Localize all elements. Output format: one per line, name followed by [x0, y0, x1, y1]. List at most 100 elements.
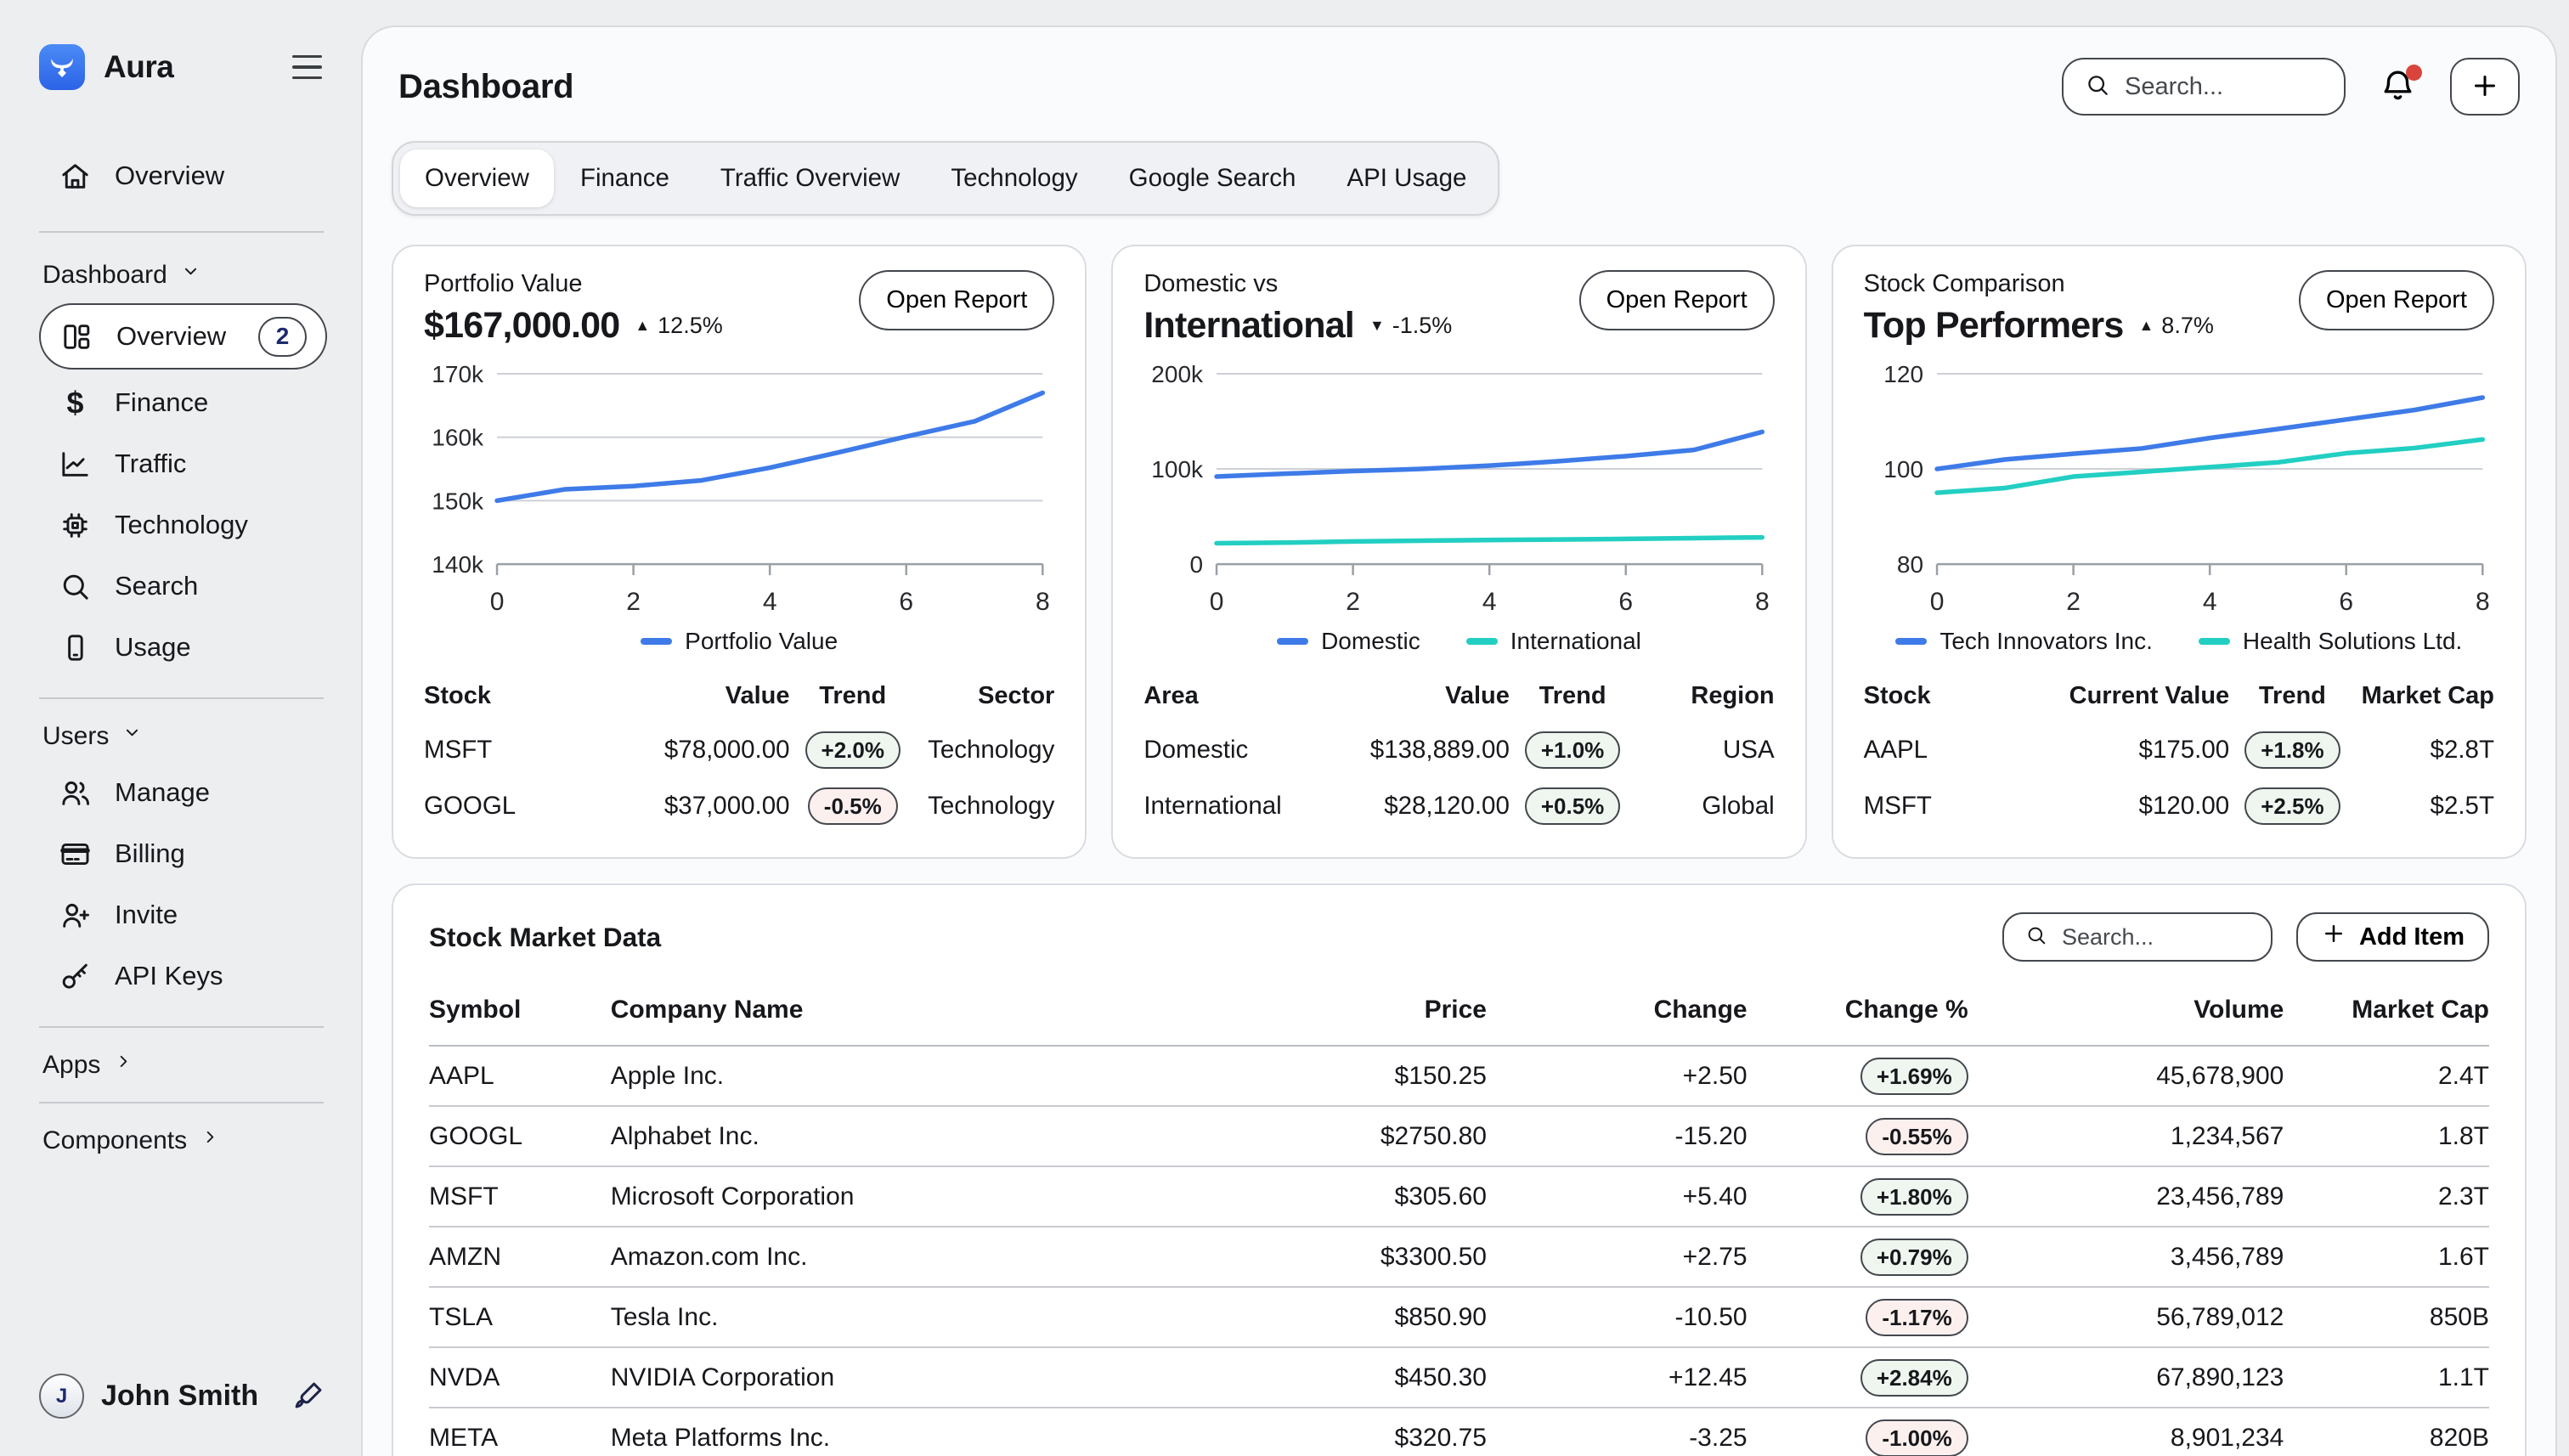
- sidebar-item-search[interactable]: Search: [39, 558, 327, 614]
- table-header-row: StockValueTrendSector: [424, 674, 1054, 722]
- tab-finance[interactable]: Finance: [556, 150, 694, 207]
- table-row[interactable]: AAPLApple Inc.$150.25+2.50+1.69%45,678,9…: [429, 1046, 2489, 1106]
- chip-icon: [58, 508, 93, 543]
- sidebar-item-overview-home[interactable]: Overview: [39, 148, 327, 204]
- table-row[interactable]: GOOGLAlphabet Inc.$2750.80-15.20-0.55%1,…: [429, 1106, 2489, 1166]
- open-report-button[interactable]: Open Report: [859, 270, 1054, 330]
- table-header-row: SymbolCompany NamePriceChangeChange %Vol…: [429, 979, 2489, 1046]
- paintbrush-icon: [291, 1377, 327, 1415]
- table-row[interactable]: AMZNAmazon.com Inc.$3300.50+2.75+0.79%3,…: [429, 1227, 2489, 1287]
- svg-text:2: 2: [1347, 588, 1361, 616]
- table-row[interactable]: METAMeta Platforms Inc.$320.75-3.25-1.00…: [429, 1408, 2489, 1456]
- table-row[interactable]: MSFTMicrosoft Corporation$305.60+5.40+1.…: [429, 1166, 2489, 1227]
- sidebar-item-manage[interactable]: Manage: [39, 765, 327, 821]
- sidebar-item-invite[interactable]: Invite: [39, 887, 327, 943]
- add-item-label: Add Item: [2359, 923, 2465, 951]
- cell-price: $2750.80: [1132, 1106, 1487, 1166]
- cell-market-cap: $2.5T: [2356, 778, 2494, 834]
- svg-text:6: 6: [2339, 588, 2353, 616]
- tab-technology[interactable]: Technology: [926, 150, 1102, 207]
- table-row[interactable]: GOOGL$37,000.00-0.5%Technology: [424, 778, 1054, 834]
- cell-change: -0.55%: [1747, 1106, 1968, 1166]
- tab-google-search[interactable]: Google Search: [1104, 150, 1321, 207]
- sidebar-item-api-keys[interactable]: API Keys: [39, 948, 327, 1004]
- cell-market-cap: 820B: [2284, 1408, 2489, 1456]
- cell-change: +1.80%: [1747, 1166, 1968, 1227]
- overview-badge: 2: [258, 317, 307, 357]
- sidebar-item-label: Technology: [115, 510, 248, 540]
- sidebar-link-components[interactable]: Components: [42, 1126, 327, 1155]
- chevron-right-icon: [199, 1126, 222, 1155]
- cell-company-name: Microsoft Corporation: [611, 1166, 1132, 1227]
- sidebar-group-users[interactable]: Users: [42, 721, 327, 751]
- cell-stock: GOOGL: [424, 778, 588, 834]
- sidebar-group-dashboard[interactable]: Dashboard: [42, 260, 327, 290]
- card-header: Stock ComparisonTop Performers▲8.7%Open …: [1864, 270, 2494, 347]
- chevron-down-icon: [179, 260, 202, 290]
- legend-label: Portfolio Value: [685, 628, 838, 655]
- column-header-stock: Stock: [424, 674, 588, 722]
- card-trend: ▼-1.5%: [1369, 313, 1452, 339]
- home-icon: [58, 159, 93, 194]
- sidebar-link-apps[interactable]: Apps: [42, 1050, 327, 1080]
- svg-text:4: 4: [2202, 588, 2216, 616]
- sidebar-item-technology[interactable]: Technology: [39, 497, 327, 553]
- user-plus-icon: [58, 898, 93, 933]
- sidebar-item-finance[interactable]: $Finance: [39, 375, 327, 431]
- card-header-text: Portfolio Value$167,000.00▲12.5%: [424, 270, 723, 347]
- tab-overview[interactable]: Overview: [400, 150, 554, 207]
- legend-swatch: [641, 638, 672, 645]
- card-headline: $167,000.00: [424, 305, 619, 347]
- search-icon: [2024, 923, 2048, 951]
- global-search-input[interactable]: [2125, 73, 2323, 101]
- table-row[interactable]: NVDANVIDIA Corporation$450.30+12.45+2.84…: [429, 1347, 2489, 1408]
- open-report-button[interactable]: Open Report: [2299, 270, 2494, 330]
- market-table: SymbolCompany NamePriceChangeChange %Vol…: [429, 979, 2489, 1456]
- sidebar-item-traffic[interactable]: Traffic: [39, 436, 327, 492]
- brand-row: Aura: [39, 44, 327, 90]
- sidebar: Aura Overview Dashboard Overview2$Finance…: [0, 0, 349, 1456]
- add-item-button[interactable]: Add Item: [2296, 912, 2489, 962]
- notifications-button[interactable]: [2378, 65, 2418, 108]
- table-row[interactable]: Domestic$138,889.00+1.0%USA: [1143, 722, 1774, 778]
- sidebar-item-label: Traffic: [115, 449, 186, 479]
- cell-market-cap: 850B: [2284, 1287, 2489, 1347]
- brand-name: Aura: [104, 49, 173, 85]
- sidebar-item-overview[interactable]: Overview2: [39, 303, 327, 370]
- table-row[interactable]: International$28,120.00+0.5%Global: [1143, 778, 1774, 834]
- legend-label: International: [1510, 628, 1641, 655]
- aura-logo-icon: [39, 44, 85, 90]
- cell-price: $320.75: [1132, 1408, 1487, 1456]
- tab-api-usage[interactable]: API Usage: [1322, 150, 1491, 207]
- add-button[interactable]: [2450, 58, 2520, 116]
- chart-legend: Tech Innovators Inc.Health Solutions Ltd…: [1864, 628, 2494, 655]
- user-profile[interactable]: J John Smith: [39, 1374, 327, 1419]
- market-search-input[interactable]: [2062, 924, 2250, 951]
- cell-volume: 1,234,567: [1968, 1106, 2284, 1166]
- cell-sector: Technology: [916, 778, 1054, 834]
- trend-pill: +2.84%: [1860, 1359, 1968, 1397]
- sidebar-item-billing[interactable]: Billing: [39, 826, 327, 882]
- column-header-trend: Trend: [790, 674, 916, 722]
- sidebar-item-usage[interactable]: Usage: [39, 619, 327, 675]
- table-row[interactable]: MSFT$120.00+2.5%$2.5T: [1864, 778, 2494, 834]
- svg-text:150k: 150k: [432, 488, 484, 514]
- cell-volume: 23,456,789: [1968, 1166, 2284, 1227]
- column-header-market-cap: Market Cap: [2284, 979, 2489, 1046]
- table-row[interactable]: TSLATesla Inc.$850.90-10.50-1.17%56,789,…: [429, 1287, 2489, 1347]
- market-search[interactable]: [2002, 912, 2273, 962]
- menu-toggle-button[interactable]: [287, 50, 327, 85]
- avatar: J: [39, 1374, 84, 1419]
- trend-down-icon: ▼: [1369, 317, 1385, 335]
- cell-price: $150.25: [1132, 1046, 1487, 1106]
- svg-text:8: 8: [2476, 588, 2490, 616]
- table-row[interactable]: AAPL$175.00+1.8%$2.8T: [1864, 722, 2494, 778]
- global-search[interactable]: [2062, 58, 2346, 116]
- tab-traffic-overview[interactable]: Traffic Overview: [696, 150, 924, 207]
- svg-text:100: 100: [1883, 456, 1923, 483]
- theme-button[interactable]: [291, 1377, 327, 1415]
- legend-swatch: [1466, 638, 1498, 645]
- column-header-sector: Sector: [916, 674, 1054, 722]
- open-report-button[interactable]: Open Report: [1579, 270, 1775, 330]
- table-row[interactable]: MSFT$78,000.00+2.0%Technology: [424, 722, 1054, 778]
